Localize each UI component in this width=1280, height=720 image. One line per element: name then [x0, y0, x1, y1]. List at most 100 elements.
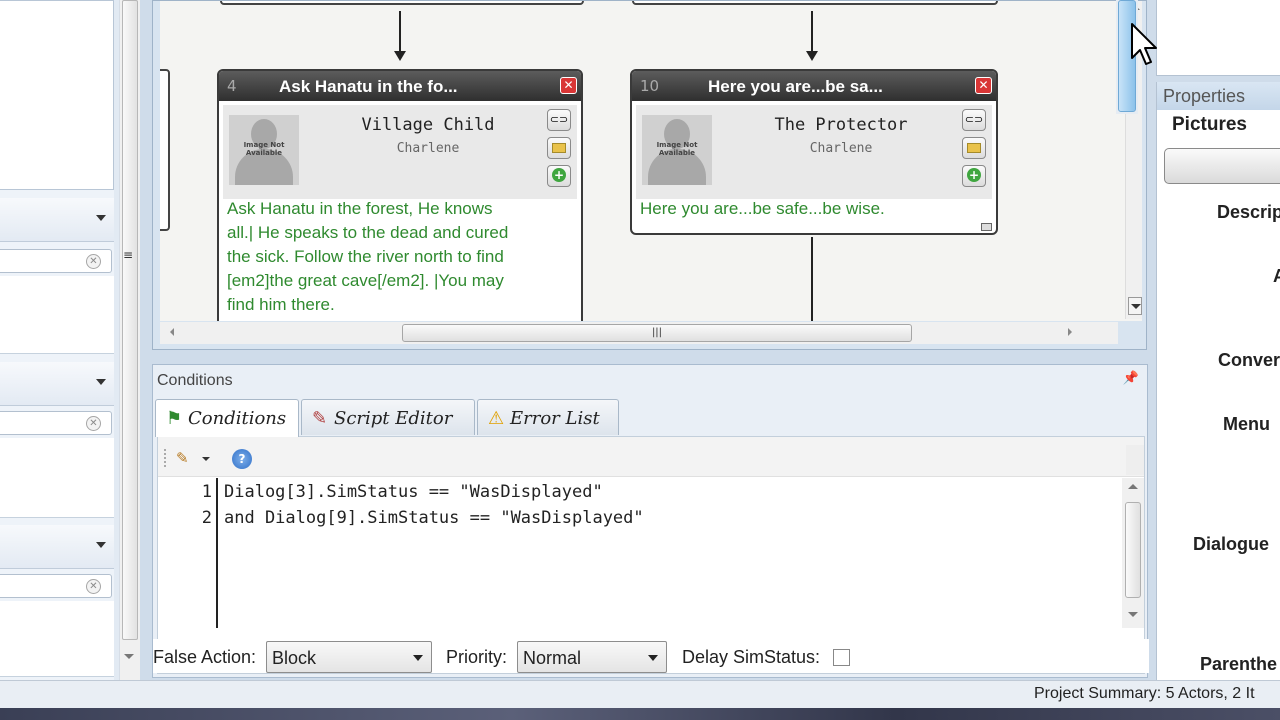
add-icon[interactable]: + — [547, 165, 571, 187]
actor-subtitle: Charlene — [396, 141, 460, 156]
left-search-input-2[interactable]: ✕ — [0, 411, 112, 435]
dialog-node[interactable]: 4 Ask Hanatu in the fo... ✕ Image Not Av… — [217, 69, 583, 321]
clear-icon[interactable]: ✕ — [86, 579, 101, 594]
left-list-2[interactable] — [0, 438, 114, 518]
delay-simstatus-label: Delay SimStatus: — [682, 647, 821, 667]
canvas-horizontal-scrollbar[interactable]: ||| — [160, 322, 1118, 344]
left-list-top[interactable] — [0, 0, 114, 190]
top-right-panel — [1156, 0, 1280, 76]
left-section-header-3[interactable] — [0, 525, 114, 569]
priority-value: Normal — [523, 648, 582, 668]
warning-icon: ⚠ — [488, 408, 505, 429]
left-list-1[interactable] — [0, 276, 114, 354]
add-icon[interactable]: + — [962, 165, 986, 187]
arrow-down-icon — [394, 51, 406, 61]
left-panel: ✕ ✕ ✕ ≡ — [0, 0, 140, 680]
condition-options: False Action: Block Priority: Normal Del… — [153, 639, 1149, 673]
toolbar-overflow[interactable] — [1126, 445, 1144, 475]
panel-title: Conditions — [157, 372, 233, 389]
left-section-header-1[interactable] — [0, 198, 114, 242]
toolbar-grip — [164, 449, 167, 467]
script-editor[interactable]: 1 2 Dialog[3].SimStatus == "WasDisplayed… — [158, 478, 1144, 628]
node-title-bar[interactable]: 10 Here you are...be sa... ✕ — [632, 71, 996, 101]
left-scrollbar[interactable] — [119, 0, 140, 680]
pencil-icon[interactable]: ✎ — [176, 449, 189, 467]
pictures-button[interactable] — [1164, 148, 1280, 184]
editor-toolbar: ✎ ? — [158, 437, 1144, 477]
node-title-bar[interactable]: 4 Ask Hanatu in the fo... ✕ — [219, 71, 581, 101]
property-label: Menu — [1223, 414, 1270, 434]
node-number: 10 — [640, 77, 660, 95]
status-bar: Project Summary: 5 Actors, 2 It — [0, 680, 1280, 708]
folder-add-icon[interactable] — [547, 137, 571, 159]
scroll-up-icon[interactable] — [1128, 484, 1138, 489]
property-label: Parenthe — [1200, 654, 1278, 674]
link-icon[interactable]: ⊂⊃ — [962, 109, 986, 131]
priority-select[interactable]: Normal — [517, 641, 667, 673]
code-line[interactable]: and Dialog[9].SimStatus == "WasDisplayed… — [224, 508, 644, 528]
left-scroll-thumb[interactable] — [122, 0, 138, 640]
folder-add-icon[interactable] — [962, 137, 986, 159]
left-list-3[interactable] — [0, 601, 114, 677]
node-text-line: find him there. — [227, 295, 335, 314]
chevron-down-icon[interactable] — [96, 215, 106, 221]
conditions-icon: ⚑ — [166, 408, 183, 429]
connector-line — [811, 11, 813, 53]
left-search-input-1[interactable]: ✕ — [0, 249, 112, 273]
dropdown-arrow-icon[interactable] — [202, 457, 210, 461]
splitter-grip-icon[interactable]: ≡ — [123, 248, 133, 262]
actor-portrait[interactable]: Image Not Available — [229, 115, 299, 185]
chevron-down-icon[interactable] — [96, 542, 106, 548]
image-not-available-label: Image Not Available — [243, 141, 285, 157]
scroll-right-icon[interactable] — [1068, 328, 1072, 336]
node-actor-area: Image Not Available Village Child Charle… — [223, 105, 577, 199]
dialog-node-partial[interactable] — [160, 69, 170, 231]
arrow-down-icon — [806, 51, 818, 61]
dialog-node-partial[interactable] — [632, 1, 998, 5]
clear-icon[interactable]: ✕ — [86, 416, 101, 431]
delay-simstatus-checkbox[interactable] — [833, 649, 850, 666]
tab-script-editor[interactable]: ✎ Script Editor — [301, 399, 475, 435]
scroll-down-button[interactable] — [1128, 297, 1142, 315]
connector-line — [399, 11, 401, 53]
link-icon[interactable]: ⊂⊃ — [547, 109, 571, 131]
node-title: Ask Hanatu in the fo... — [279, 77, 458, 96]
tab-label: Error List — [510, 408, 600, 429]
scroll-left-icon[interactable] — [170, 328, 174, 336]
actor-portrait[interactable]: Image Not Available — [642, 115, 712, 185]
scroll-down-icon[interactable] — [124, 654, 134, 659]
dialog-canvas[interactable]: 4 Ask Hanatu in the fo... ✕ Image Not Av… — [160, 1, 1142, 321]
node-text-line: [em2]the great cave[/em2]. |You may — [227, 271, 504, 290]
left-search-input-3[interactable]: ✕ — [0, 574, 112, 598]
horizontal-scroll-thumb[interactable]: ||| — [402, 324, 912, 342]
node-text-line: all.| He speaks to the dead and cured — [227, 223, 509, 242]
actor-name: The Protector — [774, 115, 908, 135]
resize-handle-icon[interactable] — [981, 223, 992, 231]
property-label: Dialogue — [1193, 534, 1270, 554]
clear-icon[interactable]: ✕ — [86, 254, 101, 269]
image-not-available-label: Image Not Available — [656, 141, 698, 157]
left-section-header-2[interactable] — [0, 362, 114, 406]
project-summary: Project Summary: 5 Actors, 2 It — [1034, 685, 1255, 702]
close-icon[interactable]: ✕ — [560, 77, 577, 94]
editor-scroll-thumb[interactable] — [1125, 502, 1141, 598]
tab-error-list[interactable]: ⚠ Error List — [477, 399, 619, 435]
dialog-node-partial[interactable] — [220, 1, 584, 5]
close-icon[interactable]: ✕ — [975, 77, 992, 94]
priority-label: Priority: — [446, 647, 508, 667]
conditions-panel: Conditions 📌 ⚑ Conditions ✎ Script Editor … — [152, 364, 1149, 678]
pin-icon[interactable]: 📌 — [1123, 371, 1139, 386]
scroll-down-icon[interactable] — [1128, 612, 1138, 617]
code-line[interactable]: Dialog[3].SimStatus == "WasDisplayed" — [224, 482, 603, 502]
node-text-line: the sick. Follow the river north to find — [227, 247, 504, 266]
editor-scrollbar[interactable] — [1122, 478, 1144, 628]
tab-label: Script Editor — [334, 408, 453, 429]
false-action-select[interactable]: Block — [266, 641, 432, 673]
tab-conditions[interactable]: ⚑ Conditions — [155, 399, 299, 437]
chevron-down-icon[interactable] — [96, 379, 106, 385]
dialog-node[interactable]: 10 Here you are...be sa... ✕ Image Not A… — [630, 69, 998, 235]
property-label: A — [1273, 266, 1280, 286]
script-icon: ✎ — [312, 408, 328, 429]
properties-title: Properties — [1163, 86, 1246, 106]
help-icon[interactable]: ? — [232, 449, 252, 469]
